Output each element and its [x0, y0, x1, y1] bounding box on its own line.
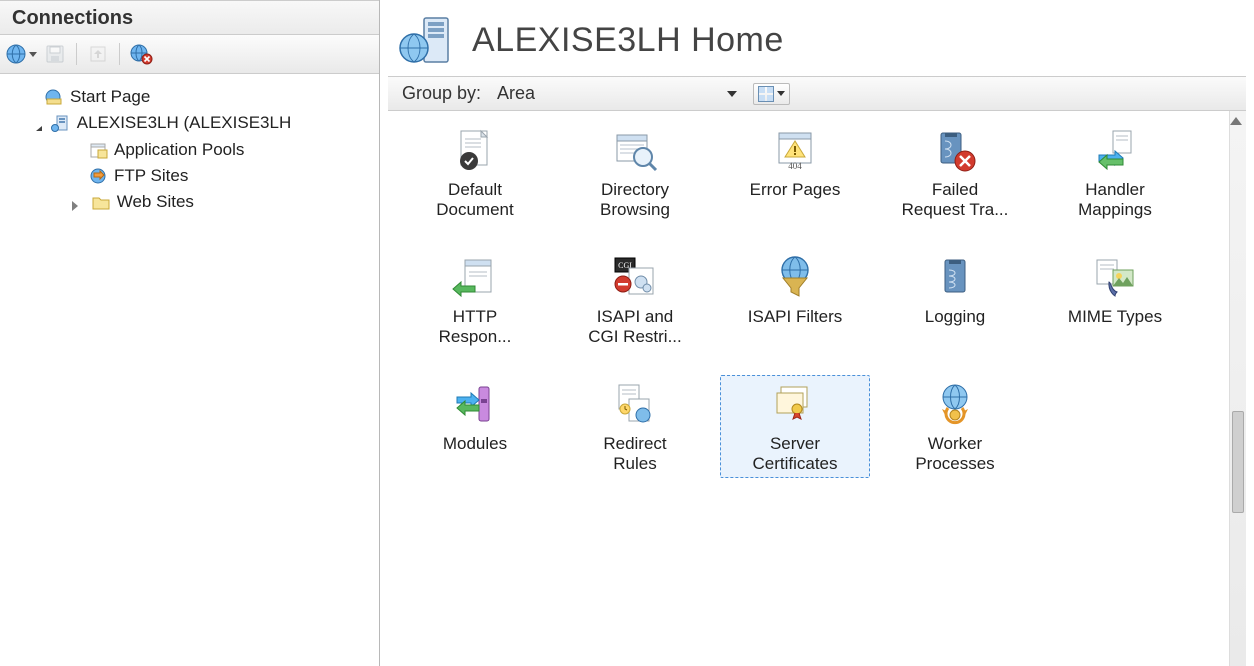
feature-label: WorkerProcesses	[915, 434, 994, 473]
tree-web-sites-label: Web Sites	[117, 192, 194, 212]
connections-toolbar	[0, 35, 379, 74]
group-by-bar: Group by: Area	[388, 76, 1246, 111]
scroll-up-icon	[1230, 117, 1242, 125]
globe-icon	[5, 43, 27, 65]
feature-isapi-filters[interactable]: ISAPI Filters	[720, 248, 870, 351]
mime-types-icon	[1087, 253, 1143, 301]
tree-start-page[interactable]: Start Page	[40, 84, 375, 110]
feature-redirect-rules[interactable]: RedirectRules	[560, 375, 710, 478]
grid-view-icon	[758, 86, 774, 102]
tree-start-page-label: Start Page	[70, 87, 150, 107]
tree-ftp-sites[interactable]: FTP Sites	[84, 163, 375, 189]
save-button	[40, 39, 70, 69]
tree-expander-websites[interactable]	[68, 199, 82, 213]
feature-worker-processes[interactable]: WorkerProcesses	[880, 375, 1030, 478]
feature-label: ISAPI Filters	[748, 307, 842, 327]
server-large-icon	[398, 14, 454, 66]
feature-label: MIME Types	[1068, 307, 1162, 327]
connections-header: Connections	[0, 0, 379, 35]
worker-processes-icon	[927, 380, 983, 428]
group-by-value: Area	[497, 83, 535, 104]
logging-icon	[927, 253, 983, 301]
feature-mime-types[interactable]: MIME Types	[1040, 248, 1190, 351]
connect-button[interactable]	[6, 39, 36, 69]
app-pools-icon	[88, 141, 108, 159]
start-page-icon	[44, 88, 64, 106]
content-header: ALEXISE3LH Home	[380, 0, 1254, 76]
redirect-rules-icon	[607, 380, 663, 428]
server-tree-icon	[51, 114, 71, 132]
remove-connection-button[interactable]	[126, 39, 156, 69]
folder-icon	[91, 193, 111, 211]
feature-label: FailedRequest Tra...	[902, 180, 1009, 219]
dropdown-arrow-icon	[727, 91, 737, 97]
ftp-sites-icon	[88, 167, 108, 185]
view-mode-button[interactable]	[753, 83, 790, 105]
group-by-label: Group by:	[402, 83, 481, 104]
feature-label: Modules	[443, 434, 507, 454]
feature-label: Logging	[925, 307, 986, 327]
feature-directory-browsing[interactable]: DirectoryBrowsing	[560, 121, 710, 224]
feature-server-certs[interactable]: ServerCertificates	[720, 375, 870, 478]
server-certs-icon	[767, 380, 823, 428]
feature-label: ServerCertificates	[752, 434, 837, 473]
toolbar-separator	[76, 43, 77, 65]
features-area: DefaultDocument DirectoryBrowsing 404 Error…	[388, 111, 1246, 666]
tree-app-pools-label: Application Pools	[114, 140, 244, 160]
modules-icon	[447, 380, 503, 428]
feature-label: ISAPI andCGI Restri...	[588, 307, 682, 346]
feature-handler-mappings[interactable]: HandlerMappings	[1040, 121, 1190, 224]
feature-failed-request[interactable]: FailedRequest Tra...	[880, 121, 1030, 224]
feature-label: DefaultDocument	[436, 180, 513, 219]
tree-web-sites[interactable]: Web Sites	[87, 189, 198, 215]
group-by-select[interactable]: Area	[489, 81, 745, 106]
feature-http-response[interactable]: HTTPRespon...	[400, 248, 550, 351]
isapi-filters-icon	[767, 253, 823, 301]
feature-label: Error Pages	[750, 180, 841, 200]
dropdown-arrow-icon	[29, 52, 37, 57]
default-document-icon	[447, 126, 503, 174]
tree-ftp-sites-label: FTP Sites	[114, 166, 188, 186]
http-response-icon	[447, 253, 503, 301]
feature-modules[interactable]: Modules	[400, 375, 550, 478]
toolbar-separator	[119, 43, 120, 65]
page-title: ALEXISE3LH Home	[472, 21, 784, 60]
isapi-cgi-icon: CGI	[607, 253, 663, 301]
vertical-scrollbar[interactable]	[1229, 111, 1246, 666]
feature-isapi-cgi[interactable]: CGI ISAPI andCGI Restri...	[560, 248, 710, 351]
globe-delete-icon	[130, 43, 152, 65]
dropdown-arrow-icon	[777, 91, 785, 96]
page-up-icon	[88, 44, 108, 64]
feature-error-pages[interactable]: 404 Error Pages	[720, 121, 870, 224]
directory-browsing-icon	[607, 126, 663, 174]
connections-tree: Start Page ALEXISE3LH (ALEXISE3LH	[0, 74, 379, 666]
feature-label: HandlerMappings	[1078, 180, 1152, 219]
content-pane: ALEXISE3LH Home Group by: Area DefaultDo…	[380, 0, 1254, 666]
feature-default-document[interactable]: DefaultDocument	[400, 121, 550, 224]
tree-server-node[interactable]: ALEXISE3LH (ALEXISE3LH	[47, 110, 296, 136]
feature-label: RedirectRules	[603, 434, 666, 473]
feature-label: HTTPRespon...	[439, 307, 512, 346]
tree-server-label: ALEXISE3LH (ALEXISE3LH	[77, 113, 292, 133]
feature-logging[interactable]: Logging	[880, 248, 1030, 351]
svg-text:404: 404	[788, 161, 802, 171]
tree-expander-server[interactable]	[28, 123, 42, 137]
connections-panel: Connections	[0, 0, 380, 666]
up-level-button	[83, 39, 113, 69]
feature-label: DirectoryBrowsing	[600, 180, 670, 219]
handler-mappings-icon	[1087, 126, 1143, 174]
failed-request-icon	[927, 126, 983, 174]
scrollbar-thumb[interactable]	[1232, 411, 1244, 513]
error-pages-icon: 404	[767, 126, 823, 174]
tree-app-pools[interactable]: Application Pools	[84, 137, 375, 163]
save-icon	[45, 44, 65, 64]
